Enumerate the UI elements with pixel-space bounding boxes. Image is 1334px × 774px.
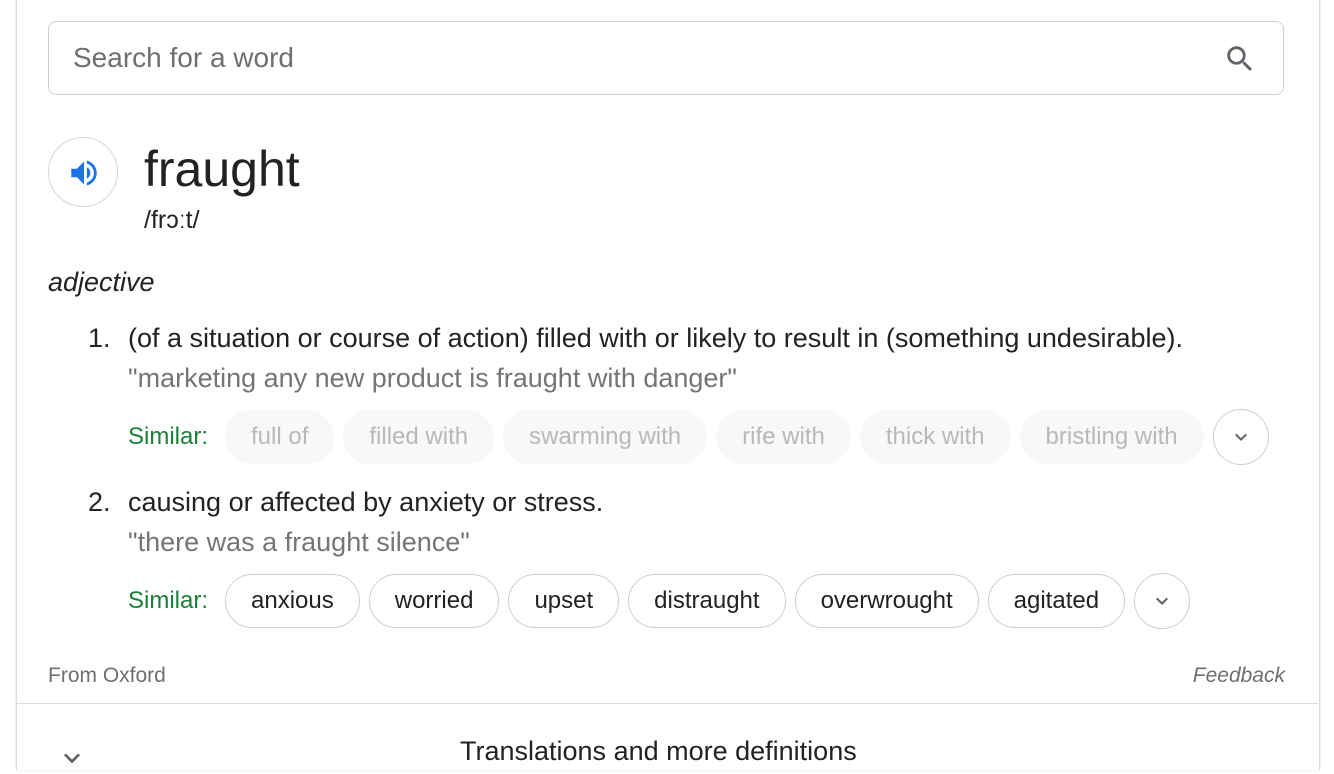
definition-example: "marketing any new product is fraught wi…	[128, 363, 737, 393]
similar-word-chip[interactable]: distraught	[628, 574, 786, 628]
similar-word-chip[interactable]: overwrought	[794, 574, 979, 628]
part-of-speech: adjective	[48, 267, 155, 297]
pronunciation-button[interactable]	[48, 137, 118, 207]
similar-word-chip[interactable]: upset	[508, 574, 620, 628]
similar-words-row: Similar: full of filled with swarming wi…	[128, 409, 1269, 465]
similar-words-row: Similar: anxious worried upset distraugh…	[128, 573, 1191, 629]
similar-word-chip[interactable]: full of	[225, 410, 335, 464]
more-definitions-row[interactable]: Translations and more definitions	[16, 704, 1318, 766]
definition-text: (of a situation or course of action) fil…	[128, 323, 1183, 353]
similar-word-chip[interactable]: worried	[368, 574, 500, 628]
chevron-down-icon	[1156, 597, 1169, 605]
source-attribution: From Oxford	[48, 664, 166, 687]
similar-label: Similar:	[128, 423, 209, 450]
more-definitions-label: Translations and more definitions	[460, 736, 857, 766]
headword: fraught	[144, 141, 300, 197]
similar-label: Similar:	[128, 587, 209, 614]
expand-similar-button[interactable]	[1212, 409, 1269, 465]
search-box[interactable]	[48, 21, 1284, 95]
definition-number: 2.	[88, 487, 111, 517]
chevron-down-icon	[1234, 433, 1247, 441]
expand-similar-button[interactable]	[1134, 573, 1191, 629]
similar-word-chip[interactable]: agitated	[987, 574, 1126, 628]
speaker-icon	[71, 160, 97, 186]
phonetic-spelling: /frɔːt/	[144, 206, 200, 234]
similar-word-chip[interactable]: thick with	[859, 410, 1011, 464]
similar-word-chip[interactable]: bristling with	[1019, 410, 1204, 464]
similar-word-chip[interactable]: anxious	[225, 574, 360, 628]
search-input[interactable]	[73, 22, 1193, 94]
similar-word-chip[interactable]: rife with	[716, 410, 851, 464]
search-icon[interactable]	[1223, 42, 1257, 76]
feedback-link[interactable]: Feedback	[1193, 664, 1285, 688]
chevron-down-icon	[64, 753, 80, 764]
similar-word-chip[interactable]: swarming with	[503, 410, 708, 464]
definition-number: 1.	[88, 323, 111, 353]
similar-word-chip[interactable]: filled with	[343, 410, 495, 464]
definition-example: "there was a fraught silence"	[128, 527, 470, 557]
definition-text: causing or affected by anxiety or stress…	[128, 487, 604, 517]
